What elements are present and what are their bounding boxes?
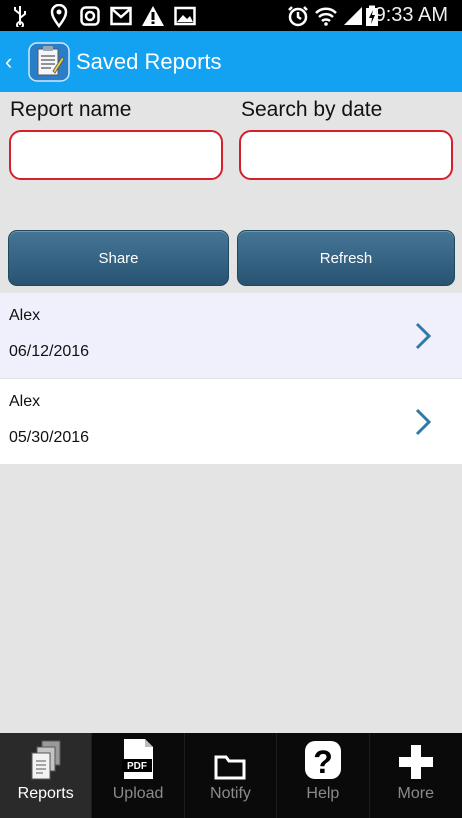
- tab-help[interactable]: ? Help: [277, 733, 370, 818]
- chevron-right-icon[interactable]: [414, 321, 432, 351]
- usb-icon: [10, 0, 30, 31]
- report-date: 06/12/2016: [9, 343, 90, 360]
- wifi-icon: [314, 0, 338, 31]
- status-bar: 9:33 AM: [0, 0, 462, 31]
- status-time: 9:33 AM: [374, 4, 448, 26]
- reports-icon: [28, 733, 64, 785]
- gmail-icon: [108, 0, 134, 31]
- folder-icon: [213, 733, 247, 785]
- tab-reports[interactable]: Reports: [0, 733, 93, 818]
- share-button[interactable]: Share: [8, 230, 229, 286]
- tab-notify[interactable]: Notify: [185, 733, 278, 818]
- action-bar: ‹ Saved Reports: [0, 31, 462, 92]
- tab-upload[interactable]: PDF Upload: [92, 733, 185, 818]
- tab-notify-label: Notify: [210, 785, 251, 802]
- tab-upload-label: Upload: [112, 785, 164, 802]
- warning-icon: [140, 0, 166, 31]
- location-icon: [48, 0, 70, 31]
- svg-text:PDF: PDF: [127, 761, 147, 772]
- report-row[interactable]: Alex 05/30/2016: [0, 379, 462, 465]
- report-list: Alex 06/12/2016 Alex 05/30/2016: [0, 293, 462, 465]
- report-name: Alex: [9, 393, 41, 410]
- report-name-label: Report name: [10, 98, 132, 121]
- bottom-nav: Reports PDF Upload Notify ? Help More: [0, 733, 462, 818]
- refresh-button[interactable]: Refresh: [237, 230, 455, 286]
- report-name-input[interactable]: [9, 130, 223, 180]
- alarm-icon: [286, 0, 310, 31]
- tab-more[interactable]: More: [370, 733, 462, 818]
- plus-icon: [397, 733, 435, 785]
- pdf-icon: PDF: [119, 733, 157, 785]
- chevron-right-icon[interactable]: [414, 407, 432, 437]
- signal-icon: [342, 0, 364, 31]
- tab-more-label: More: [397, 785, 434, 802]
- report-date: 05/30/2016: [9, 429, 90, 446]
- help-icon: ?: [303, 733, 343, 785]
- gallery-icon: [172, 0, 198, 31]
- report-row[interactable]: Alex 06/12/2016: [0, 293, 462, 379]
- search-by-date-input[interactable]: [239, 130, 453, 180]
- svg-text:?: ?: [313, 744, 333, 780]
- app-logo-icon[interactable]: [27, 41, 71, 83]
- tab-help-label: Help: [306, 785, 340, 802]
- instagram-icon: [78, 0, 102, 31]
- search-by-date-label: Search by date: [241, 98, 383, 121]
- back-chevron-icon[interactable]: ‹: [5, 49, 12, 75]
- page-title: Saved Reports: [76, 49, 222, 74]
- report-name: Alex: [9, 307, 41, 324]
- tab-reports-label: Reports: [17, 785, 74, 802]
